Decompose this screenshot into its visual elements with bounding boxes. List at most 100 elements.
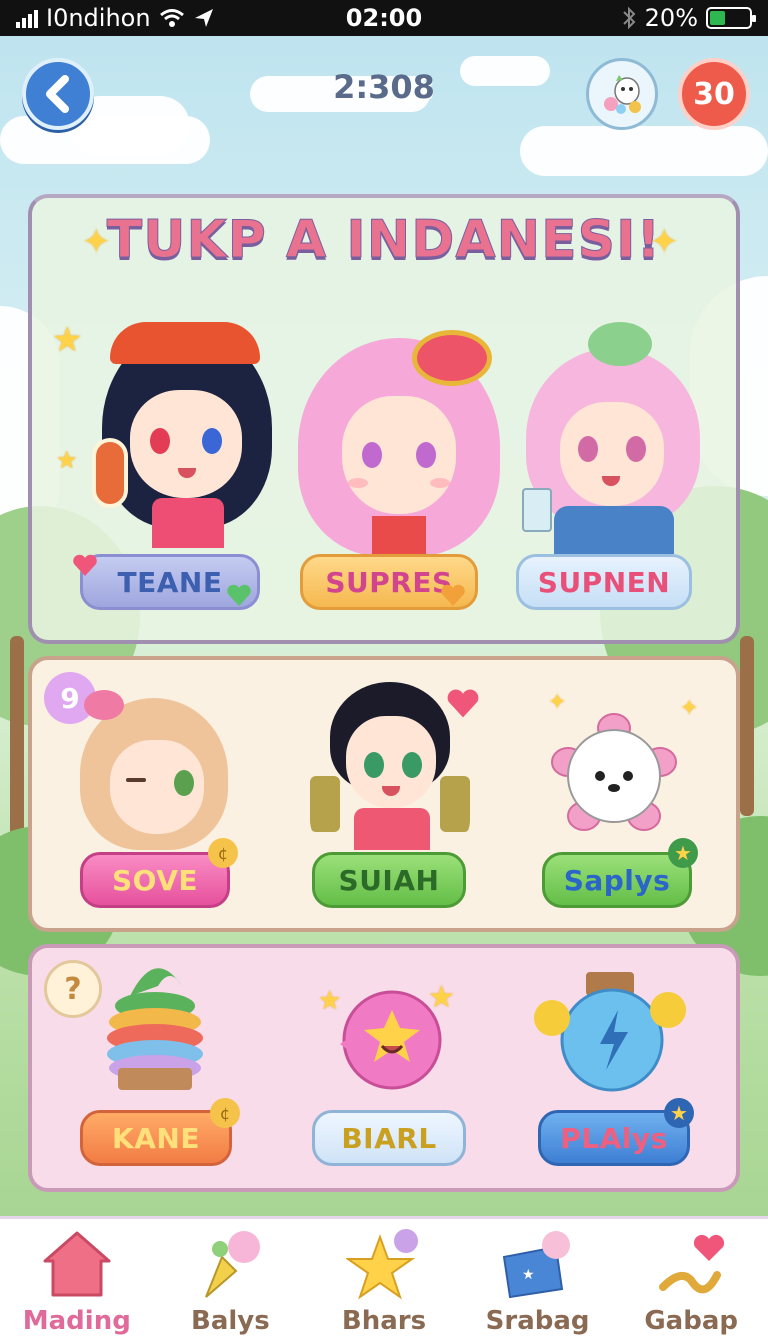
slime-pet — [588, 322, 652, 366]
wink-eye — [126, 778, 146, 782]
star-icon: ★ — [318, 986, 342, 1016]
tree-trunk — [10, 636, 24, 836]
star-icon: ★ — [52, 320, 83, 360]
nav-item-bhars[interactable]: Bhars — [307, 1219, 461, 1344]
nav-label: Gabap — [644, 1306, 738, 1336]
face — [130, 390, 242, 498]
nav-label: Srabag — [485, 1306, 590, 1336]
flower-pet-icon — [551, 713, 677, 831]
mascot-icon — [604, 75, 641, 114]
eye — [362, 442, 382, 468]
blush — [430, 478, 450, 488]
character-portrait-3[interactable] — [518, 318, 708, 554]
mascot-button[interactable] — [586, 58, 658, 130]
outfit — [152, 498, 224, 548]
box-icon: ★ — [498, 1226, 578, 1302]
companion-portrait-1[interactable] — [74, 690, 234, 850]
heart-icon — [73, 554, 97, 576]
button-text: Saplys — [563, 863, 671, 897]
timer-value: 2:308 — [333, 68, 435, 106]
nav-label: Mading — [22, 1306, 131, 1336]
outfit — [554, 506, 674, 554]
item-button-2[interactable]: BIARL — [312, 1110, 466, 1166]
label-text: TEANE — [117, 565, 223, 599]
flower-pet[interactable] — [548, 712, 680, 836]
count-badge[interactable]: 30 — [678, 58, 750, 130]
heart-icon — [227, 584, 251, 606]
nav-label: Bhars — [341, 1306, 427, 1336]
help-icon: ? — [64, 971, 82, 1007]
status-bar: I0ndihon 02:00 20% — [0, 0, 768, 36]
energy-orb-icon — [534, 972, 686, 1092]
headphone-icon — [92, 438, 128, 508]
battery-icon — [706, 7, 756, 29]
face — [560, 402, 664, 506]
coin-icon: ¢ — [208, 838, 238, 868]
bow — [372, 516, 426, 556]
label-text: SUPRES — [325, 565, 453, 599]
signal-icon — [16, 8, 38, 28]
banner-title-text: TUKP A INDANESI! — [106, 210, 662, 271]
status-left: I0ndihon — [16, 4, 215, 32]
bottom-nav: Mading Balys Bhars ★ Srabag Gabap — [0, 1216, 768, 1344]
banner-title: TUKP A INDANESI! — [40, 210, 728, 271]
help-button[interactable]: ? — [44, 960, 102, 1018]
companion-button-1[interactable]: SOVE — [80, 852, 230, 908]
cake-icon — [107, 968, 203, 1090]
heart-icon — [447, 689, 479, 718]
button-text: PLAlys — [560, 1121, 668, 1155]
status-right: 20% — [621, 4, 756, 32]
eye — [174, 770, 194, 796]
svg-text:★: ★ — [522, 1267, 535, 1283]
eye — [416, 442, 436, 468]
cake-item[interactable] — [100, 956, 210, 1096]
character-portrait-1[interactable] — [92, 318, 282, 548]
sparkle-icon: ✦ — [548, 690, 567, 715]
heart-icon — [651, 1226, 731, 1302]
outfit — [354, 808, 430, 850]
trophy-icon — [310, 776, 340, 832]
item-button-1[interactable]: KANE — [80, 1110, 232, 1166]
button-text: SUIAH — [338, 863, 440, 897]
location-icon — [194, 9, 213, 27]
home-icon — [37, 1226, 117, 1302]
label-text: SUPNEN — [537, 565, 671, 599]
star-badge-icon: ★ — [668, 838, 698, 868]
eye — [626, 436, 646, 462]
character-label-3[interactable]: SUPNEN — [516, 554, 692, 610]
back-button[interactable] — [22, 58, 94, 130]
heart-icon — [441, 584, 465, 606]
eye — [364, 752, 384, 778]
nav-item-gabap[interactable]: Gabap — [614, 1219, 768, 1344]
nav-item-home[interactable]: Mading — [0, 1219, 154, 1344]
wifi-icon — [159, 9, 184, 27]
cup-icon — [522, 488, 552, 532]
nav-item-balys[interactable]: Balys — [154, 1219, 308, 1344]
battery-percent: 20% — [644, 4, 698, 32]
balloon-icon — [190, 1226, 270, 1302]
chevron-left-icon — [46, 75, 69, 113]
companion-button-2[interactable]: SUIAH — [312, 852, 466, 908]
energy-orb[interactable] — [530, 970, 690, 1096]
button-text: SOVE — [111, 863, 198, 897]
eye — [150, 428, 170, 454]
coin-icon: ¢ — [210, 1098, 240, 1128]
button-text: BIARL — [341, 1121, 437, 1155]
nav-label: Balys — [191, 1306, 270, 1336]
character-portrait-2[interactable] — [292, 330, 506, 556]
sparkle-icon: ✦ — [680, 696, 699, 721]
star-badge-icon: ★ — [664, 1098, 694, 1128]
hat — [110, 322, 260, 364]
hair-bow — [84, 690, 124, 720]
eye — [202, 428, 222, 454]
eye — [578, 436, 598, 462]
bluetooth-icon — [622, 6, 636, 30]
trophy-icon — [440, 776, 470, 832]
blush — [348, 478, 368, 488]
top-bar: 2:308 30 — [0, 56, 768, 132]
button-text: KANE — [112, 1121, 200, 1155]
star-icon: ★ — [56, 446, 78, 474]
nav-item-srabag[interactable]: ★ Srabag — [461, 1219, 615, 1344]
carrier-name: I0ndihon — [46, 4, 151, 32]
tree-trunk — [740, 636, 754, 816]
